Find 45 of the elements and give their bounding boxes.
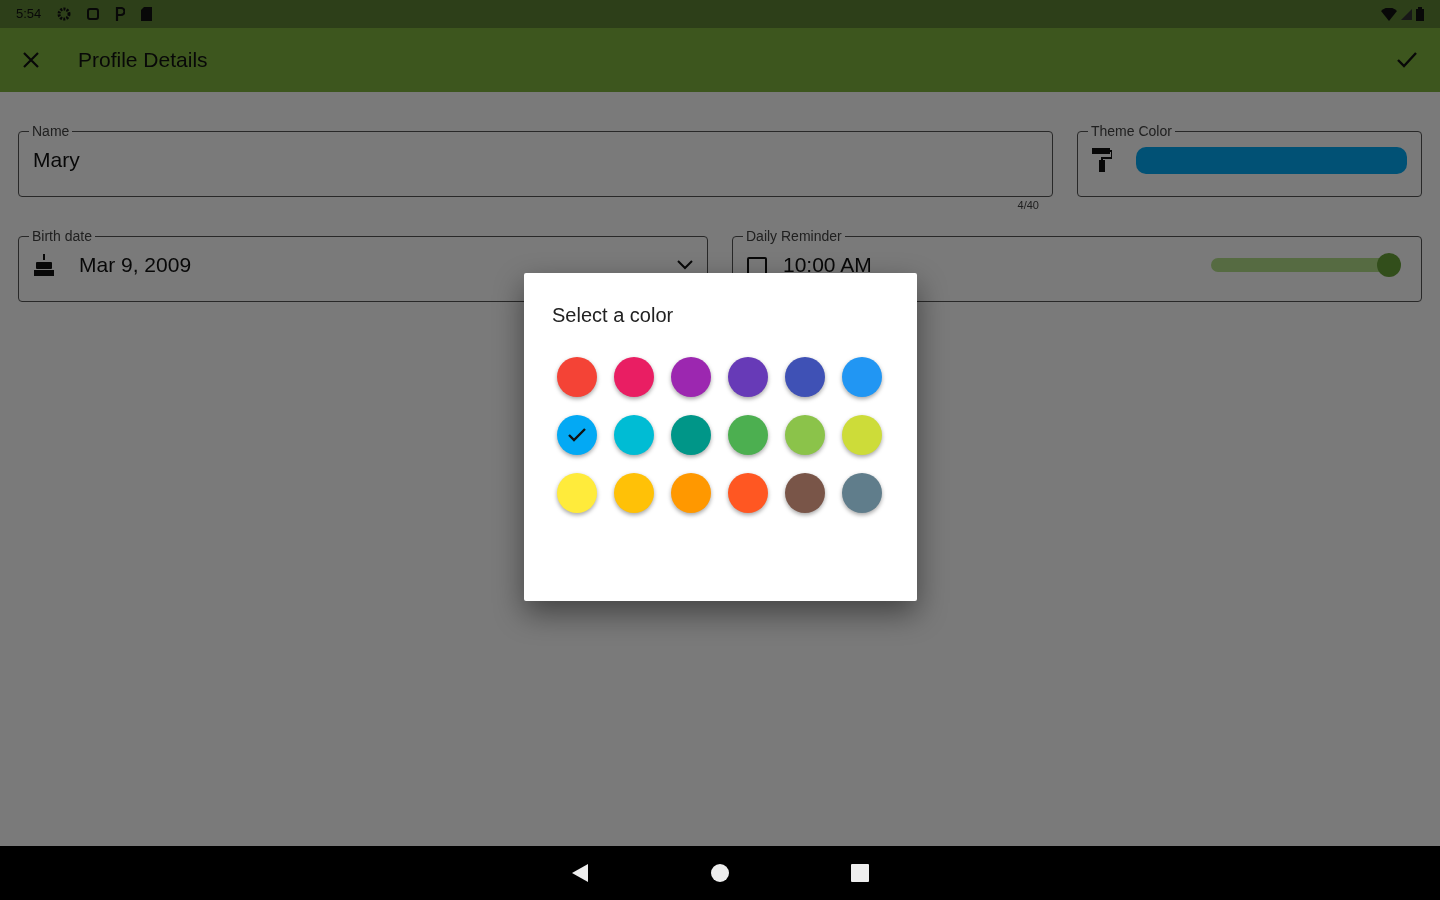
color-swatch[interactable] — [728, 357, 768, 397]
dialog-title: Select a color — [552, 303, 675, 328]
toolbar-title: Profile Details — [78, 47, 208, 74]
color-swatch[interactable] — [785, 415, 825, 455]
color-swatch[interactable] — [557, 415, 597, 455]
field-label: Theme Color — [1090, 124, 1173, 138]
color-swatch[interactable] — [614, 357, 654, 397]
signal-icon — [1401, 8, 1412, 20]
color-swatch[interactable] — [671, 473, 711, 513]
color-swatch[interactable] — [614, 473, 654, 513]
character-counter: 4/40 — [1017, 199, 1039, 211]
battery-icon — [1416, 7, 1424, 21]
color-swatch[interactable] — [728, 415, 768, 455]
chevron-down-icon[interactable] — [677, 260, 693, 270]
field-value: Mary — [33, 147, 80, 174]
color-swatch[interactable] — [842, 357, 882, 397]
color-swatch[interactable] — [671, 415, 711, 455]
back-icon[interactable] — [571, 863, 589, 883]
color-swatch[interactable] — [842, 415, 882, 455]
color-swatch[interactable] — [557, 357, 597, 397]
gear-icon — [57, 7, 72, 21]
home-icon[interactable] — [711, 864, 729, 882]
color-swatch[interactable] — [728, 473, 768, 513]
field-label: Daily Reminder — [745, 229, 843, 243]
field-label: Name — [31, 124, 71, 138]
color-swatch[interactable] — [842, 473, 882, 513]
color-swatch[interactable] — [557, 473, 597, 513]
close-icon[interactable] — [22, 51, 40, 69]
square-icon — [87, 8, 100, 20]
color-swatch[interactable] — [785, 473, 825, 513]
field-label: Birth date — [31, 229, 93, 243]
color-swatch[interactable] — [671, 357, 711, 397]
p-icon — [115, 7, 126, 21]
color-swatch[interactable] — [785, 357, 825, 397]
name-field[interactable]: Name Mary — [18, 124, 1053, 197]
paint-roller-icon — [1092, 148, 1112, 172]
field-value: 10:00 AM — [783, 252, 872, 279]
check-icon[interactable] — [1396, 51, 1418, 69]
cake-icon — [33, 254, 55, 276]
wifi-icon — [1381, 7, 1397, 21]
theme-color-field[interactable]: Theme Color — [1077, 124, 1422, 197]
field-value: Mar 9, 2009 — [79, 252, 192, 279]
color-swatch[interactable] — [614, 415, 654, 455]
check-icon — [567, 427, 587, 443]
sd-card-icon — [141, 7, 153, 21]
